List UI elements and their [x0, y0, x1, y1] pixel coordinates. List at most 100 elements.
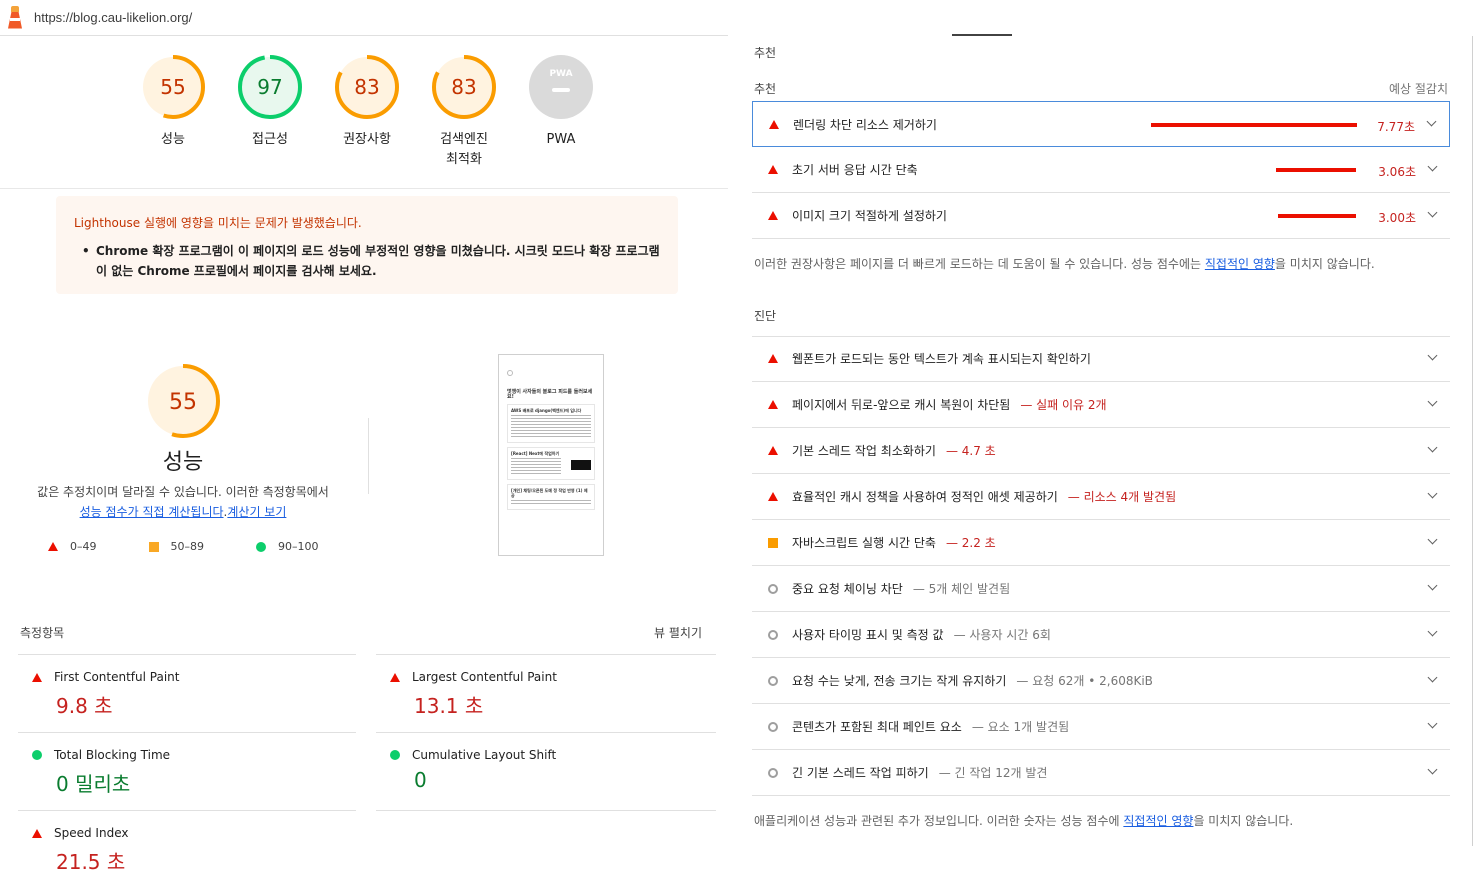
page-url[interactable]: https://blog.cau-likelion.org/ [34, 10, 192, 25]
diagnostic-row[interactable]: 자바스크립트 실행 시간 단축 — 2.2 초 [752, 520, 1450, 566]
gauge-performance[interactable]: 55 성능 [128, 54, 218, 150]
audit-title: 초기 서버 응답 시간 단축 [792, 163, 918, 177]
warning-title: Lighthouse 실행에 영향을 미치는 문제가 발생했습니다. [74, 216, 362, 230]
savings-header: 예상 절감치 [1388, 82, 1448, 96]
divider [376, 732, 716, 733]
gauge-accessibility[interactable]: 97 접근성 [225, 54, 315, 150]
score-calc-link[interactable]: 성능 점수가 직접 계산됩니다 [80, 505, 224, 519]
warning-box: Lighthouse 실행에 영향을 미치는 문제가 발생했습니다. Chrom… [56, 196, 678, 294]
opportunities-header: 추천 [754, 82, 777, 96]
gauge-ring: 83 [432, 55, 496, 119]
audit-detail: — 4.7 초 [945, 444, 996, 458]
triangle-icon [32, 672, 42, 682]
chevron-down-icon[interactable] [1426, 396, 1440, 410]
thumb-image [571, 460, 591, 470]
pwa-badge-text: PWA [549, 69, 572, 79]
gauge-seo[interactable]: 83 검색엔진 최적화 [419, 54, 509, 170]
diagnostic-row[interactable]: 콘텐츠가 포함된 최대 페인트 요소 — 요소 1개 발견됨 [752, 704, 1450, 750]
pwa-badge-icon: PWA [529, 55, 593, 119]
direct-impact-link[interactable]: 직접적인 영향 [1205, 257, 1275, 271]
triangle-icon [768, 354, 778, 363]
chevron-down-icon[interactable] [1426, 207, 1440, 221]
thumb-card: [개인] 채팅/오픈된 도메 정 작업 반영 (1) 제공 [507, 484, 595, 510]
note-suffix: 을 미치지 않습니다. [1193, 814, 1294, 828]
diagnostic-row[interactable]: 긴 기본 스레드 작업 피하기 — 긴 작업 12개 발견 [752, 750, 1450, 796]
legend-fail: 0–49 [48, 540, 97, 553]
diagnostic-row[interactable]: 효율적인 캐시 정책을 사용하여 정적인 애셋 제공하기 — 리소스 4개 발견됨 [752, 474, 1450, 520]
chevron-down-icon[interactable] [1426, 161, 1440, 175]
metric-cls: Cumulative Layout Shift 0 [376, 748, 556, 792]
performance-ring: 55 [146, 364, 220, 438]
circle-outline-icon [768, 583, 778, 594]
savings-value: 3.00초 [1378, 211, 1416, 225]
opportunity-row[interactable]: 렌더링 차단 리소스 제거하기 7.77초 [752, 101, 1450, 147]
savings-bar [1276, 168, 1356, 172]
chevron-down-icon[interactable] [1426, 442, 1440, 456]
metric-name: Largest Contentful Paint [412, 670, 557, 684]
lighthouse-report: https://blog.cau-likelion.org/ 55 성능 97 … [0, 0, 1474, 882]
diagnostic-row[interactable]: 중요 요청 체이닝 차단 — 5개 체인 발견됨 [752, 566, 1450, 612]
section-title: 추천 [754, 46, 777, 60]
gauge-pwa[interactable]: PWA PWA [516, 54, 606, 150]
gauge-label: PWA [546, 132, 576, 147]
url-bar: https://blog.cau-likelion.org/ [0, 0, 728, 36]
gauge-label: 접근성 [252, 132, 288, 147]
triangle-icon [48, 542, 58, 551]
expand-view-toggle[interactable]: 뷰 펼치기 [654, 624, 702, 641]
audit-title: 자바스크립트 실행 시간 단축 [792, 536, 936, 550]
legend-average: 50–89 [148, 540, 204, 553]
chevron-down-icon[interactable] [1426, 488, 1440, 502]
audit-title: 사용자 타이밍 표시 및 측정 값 [792, 628, 944, 642]
chevron-down-icon[interactable] [1426, 672, 1440, 686]
chevron-down-icon[interactable] [1426, 534, 1440, 548]
metrics-header: 측정항목 뷰 펼치기 [20, 624, 716, 641]
circle-outline-icon [768, 675, 778, 686]
audit-title: 기본 스레드 작업 최소화하기 [792, 444, 936, 458]
opportunity-row[interactable]: 초기 서버 응답 시간 단축 3.06초 [752, 147, 1450, 193]
diagnostic-row[interactable]: 기본 스레드 작업 최소화하기 — 4.7 초 [752, 428, 1450, 474]
gauge-label: 검색엔진 최적화 [440, 132, 488, 167]
audit-detail: — 긴 작업 12개 발견 [938, 766, 1048, 780]
thumb-card: [React] Next에 작업하기 [507, 447, 595, 480]
direct-impact-link[interactable]: 직접적인 영향 [1123, 814, 1193, 828]
gauge-best-practices[interactable]: 83 권장사항 [322, 54, 412, 150]
note-suffix: 을 미치지 않습니다. [1274, 257, 1375, 271]
diagnostic-row[interactable]: 페이지에서 뒤로-앞으로 캐시 복원이 차단됨 — 실패 이유 2개 [752, 382, 1450, 428]
diagnostic-row[interactable]: 요청 수는 낮게, 전송 크기는 작게 유지하기 — 요청 62개 • 2,608… [752, 658, 1450, 704]
triangle-icon [769, 119, 779, 129]
opportunity-row[interactable]: 이미지 크기 적절하게 설정하기 3.00초 [752, 193, 1450, 239]
panel-border [1472, 36, 1473, 846]
audit-detail: — 리소스 4개 발견됨 [1067, 490, 1177, 504]
chevron-down-icon[interactable] [1426, 580, 1440, 594]
chevron-down-icon[interactable] [1426, 350, 1440, 364]
divider [376, 654, 716, 655]
metric-value: 21.5 초 [56, 850, 126, 874]
thumb-title: 멋쟁이 사자들의 블로그 피드를 들러보세요! [507, 389, 593, 400]
thumb-card-title: [개인] 채팅/오픈된 도메 정 작업 반영 (1) 제공 [511, 488, 588, 498]
chevron-down-icon[interactable] [1426, 764, 1440, 778]
calculator-link[interactable]: 계산기 보기 [227, 505, 286, 519]
diagnostic-row[interactable]: 사용자 타이밍 표시 및 측정 값 — 사용자 시간 6회 [752, 612, 1450, 658]
metric-name: Speed Index [54, 826, 129, 840]
metric-value: 13.1 초 [414, 694, 484, 718]
divider [0, 188, 728, 189]
chevron-down-icon[interactable] [1426, 626, 1440, 640]
chevron-down-icon[interactable] [1426, 718, 1440, 732]
metric-name: Cumulative Layout Shift [412, 748, 557, 762]
audit-detail: — 요청 62개 • 2,608KiB [1016, 674, 1153, 688]
legend-label: 90–100 [278, 540, 319, 553]
divider [376, 810, 716, 811]
circle-outline-icon [768, 629, 778, 640]
audit-title: 효율적인 캐시 정책을 사용하여 정적인 애셋 제공하기 [792, 490, 1058, 504]
warning-item: Chrome 확장 프로그램이 이 페이지의 로드 성능에 부정적인 영향을 미… [82, 241, 660, 281]
diagnostic-row[interactable]: 웹폰트가 로드되는 동안 텍스트가 계속 표시되는지 확인하기 [752, 336, 1450, 382]
note-text: 애플리케이션 성능과 관련된 추가 정보입니다. 이러한 숫자는 성능 점수에 [754, 814, 1120, 828]
page-screenshot-thumbnail[interactable]: 멋쟁이 사자들의 블로그 피드를 들러보세요! AWS 배포로 django(벡… [498, 354, 604, 556]
audit-detail: — 실패 이유 2개 [1020, 398, 1107, 412]
thumb-card-title: [React] Next에 작업하기 [511, 451, 560, 456]
audit-detail: — 2.2 초 [945, 536, 996, 550]
vertical-divider [368, 418, 369, 494]
thumb-card-title: AWS 배포로 django(벡엔드)에 입니다 [511, 408, 582, 413]
audit-title: 긴 기본 스레드 작업 피하기 [792, 766, 929, 780]
chevron-down-icon[interactable] [1425, 116, 1439, 130]
